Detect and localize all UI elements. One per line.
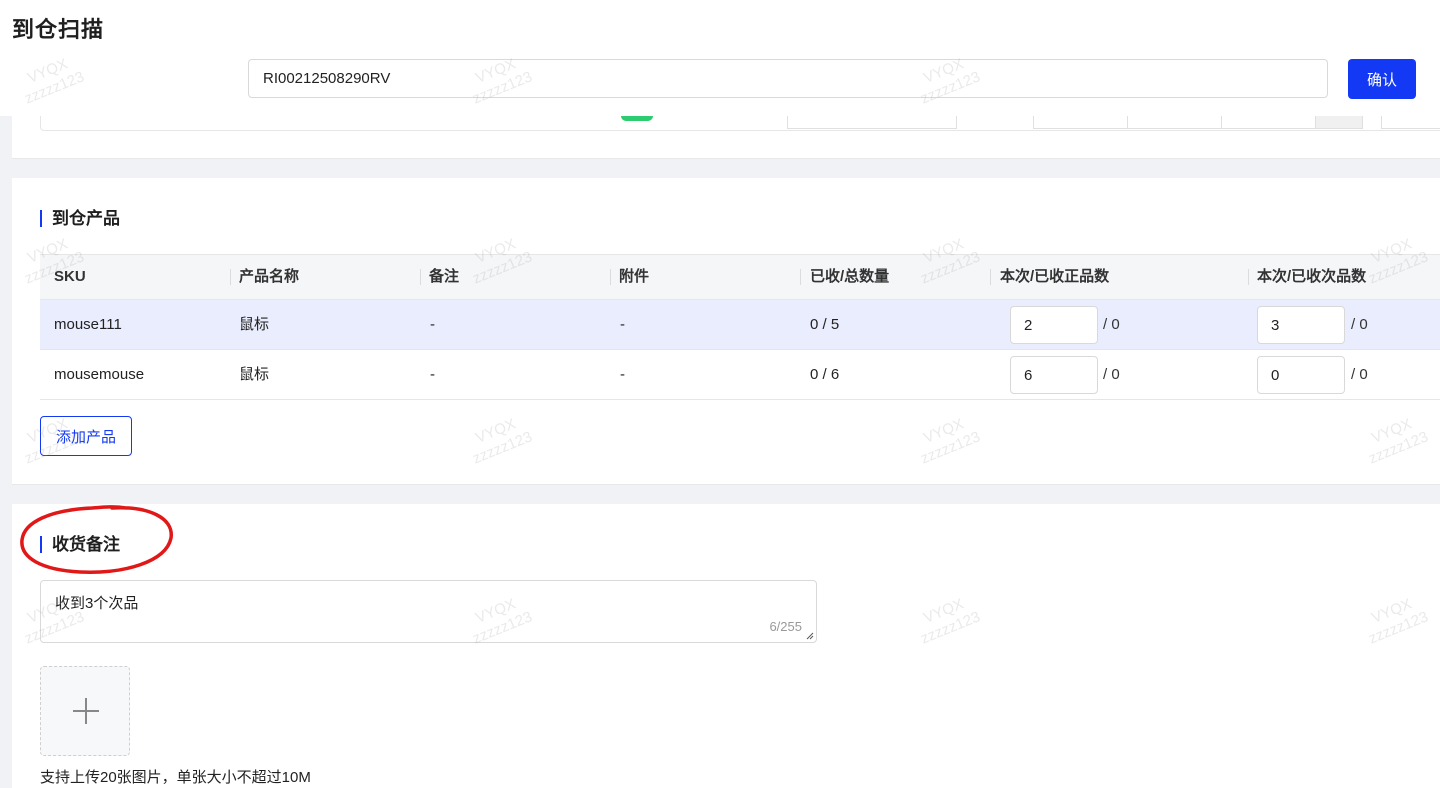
field-fragment xyxy=(1033,116,1129,129)
confirm-button[interactable]: 确认 xyxy=(1348,59,1416,99)
column-divider xyxy=(610,269,611,285)
defect-received-text: / 0 xyxy=(1351,366,1368,383)
products-card: 到仓产品 SKU 产品名称 备注 附件 已收/总数量 本次/已收正品数 本次/已… xyxy=(12,178,1440,485)
good-qty-input[interactable] xyxy=(1010,356,1098,394)
table-row[interactable]: mouse111 鼠标 - - 0 / 5 / 0 / 0 xyxy=(40,300,1440,350)
received-total-cell: 0 / 6 xyxy=(810,366,840,383)
column-divider xyxy=(800,269,801,285)
upload-hint: 支持上传20张图片，单张大小不超过10M xyxy=(40,769,311,786)
defect-received-text: / 0 xyxy=(1351,316,1368,333)
good-received-text: / 0 xyxy=(1103,316,1120,333)
column-header-remark: 备注 xyxy=(429,268,460,285)
products-table: SKU 产品名称 备注 附件 已收/总数量 本次/已收正品数 本次/已收次品数 … xyxy=(40,254,1440,400)
attachment-cell: - xyxy=(620,316,625,333)
previous-row-fragment xyxy=(40,116,1440,131)
section-title: 收货备注 xyxy=(40,536,120,553)
field-fragment xyxy=(787,116,957,129)
page-header: 到仓扫描 确认 xyxy=(0,0,1440,116)
received-total-cell: 0 / 5 xyxy=(810,316,840,333)
column-header-good-qty: 本次/已收正品数 xyxy=(1000,268,1110,285)
remark-card: 收货备注 收到3个次品 6/255 支持上传20张图片，单张大小不超过10M xyxy=(12,504,1440,788)
scan-input[interactable] xyxy=(248,59,1328,98)
good-received-text: / 0 xyxy=(1103,366,1120,383)
sku-cell: mouse111 xyxy=(54,316,122,333)
table-header: SKU 产品名称 备注 附件 已收/总数量 本次/已收正品数 本次/已收次品数 xyxy=(40,255,1440,300)
defect-qty-input[interactable] xyxy=(1257,306,1345,344)
field-fragment xyxy=(1381,116,1440,129)
name-cell: 鼠标 xyxy=(239,316,270,333)
attachment-cell: - xyxy=(620,366,625,383)
column-divider xyxy=(1248,269,1249,285)
field-fragment xyxy=(1127,116,1223,129)
remark-cell: - xyxy=(430,366,435,383)
column-divider xyxy=(230,269,231,285)
previous-section-card xyxy=(12,116,1440,159)
resize-handle-icon[interactable] xyxy=(806,632,814,640)
image-upload-button[interactable] xyxy=(40,666,130,756)
defect-qty-input[interactable] xyxy=(1257,356,1345,394)
remark-text: 收到3个次品 xyxy=(55,595,139,612)
column-header-sku: SKU xyxy=(54,268,86,285)
column-header-name: 产品名称 xyxy=(239,268,300,285)
arrival-scan-page: 到仓扫描 确认 到仓产品 SKU 产品名称 备注 附件 xyxy=(0,0,1440,788)
table-row[interactable]: mousemouse 鼠标 - - 0 / 6 / 0 / 0 xyxy=(40,350,1440,400)
plus-icon xyxy=(73,698,99,724)
add-product-button[interactable]: 添加产品 xyxy=(40,416,132,456)
status-indicator xyxy=(621,116,653,121)
field-fragment xyxy=(1315,116,1363,129)
column-header-attachment: 附件 xyxy=(619,268,650,285)
column-divider xyxy=(990,269,991,285)
page-title: 到仓扫描 xyxy=(12,17,105,42)
sku-cell: mousemouse xyxy=(54,366,145,383)
good-qty-input[interactable] xyxy=(1010,306,1098,344)
name-cell: 鼠标 xyxy=(239,366,270,383)
column-header-received-total: 已收/总数量 xyxy=(810,268,890,285)
column-divider xyxy=(420,269,421,285)
remark-textarea[interactable]: 收到3个次品 6/255 xyxy=(40,580,817,643)
field-fragment xyxy=(1221,116,1317,129)
char-count: 6/255 xyxy=(769,619,802,634)
section-title: 到仓产品 xyxy=(40,210,120,227)
column-header-defect-qty: 本次/已收次品数 xyxy=(1257,268,1367,285)
remark-cell: - xyxy=(430,316,435,333)
